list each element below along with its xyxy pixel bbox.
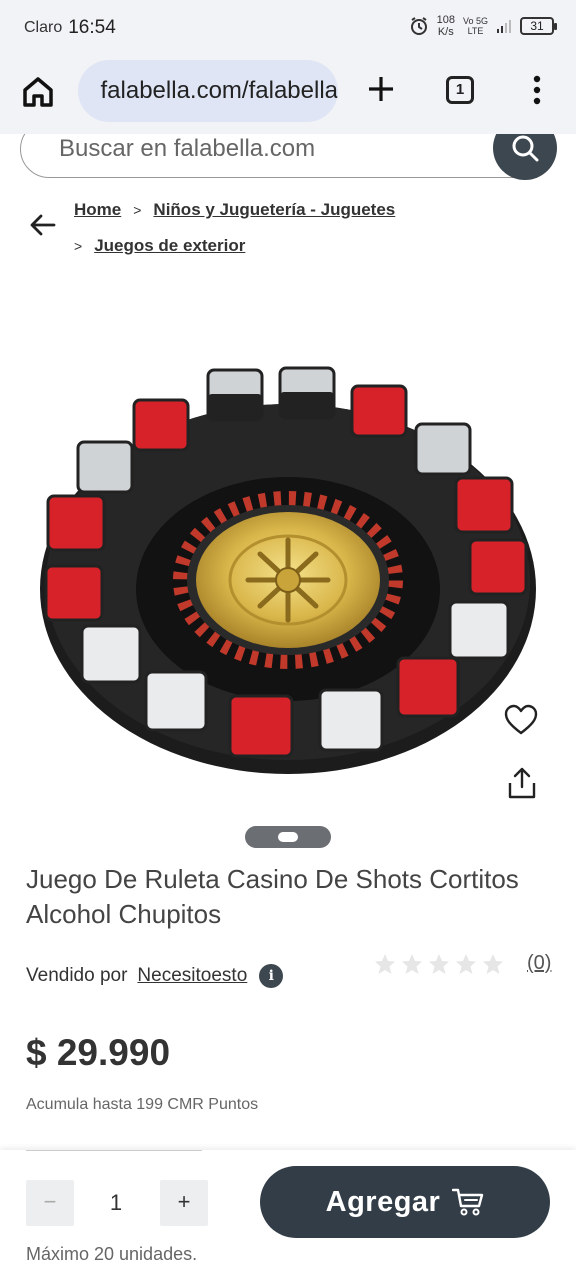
tab-switcher-button[interactable]: 1 bbox=[446, 76, 474, 104]
seller-prefix: Vendido por bbox=[26, 965, 128, 986]
quantity-value[interactable]: 1 bbox=[96, 1180, 136, 1226]
star-icon bbox=[483, 953, 503, 974]
info-icon[interactable]: i bbox=[259, 964, 284, 988]
image-carousel-indicator[interactable] bbox=[245, 826, 331, 848]
add-to-cart-label: Agregar bbox=[325, 1185, 441, 1218]
breadcrumb-category[interactable]: Niños y Juguetería - Juguetes bbox=[153, 200, 395, 220]
plus-icon[interactable] bbox=[366, 74, 396, 104]
search-placeholder: Buscar en falabella.com bbox=[59, 135, 316, 162]
battery-indicator: 31 bbox=[520, 17, 557, 35]
rating[interactable]: (0) bbox=[374, 952, 551, 975]
network-type: Vo 5G LTE bbox=[463, 16, 488, 36]
breadcrumb-subcategory[interactable]: Juegos de exterior bbox=[94, 236, 245, 256]
breadcrumb-row: Home > Niños y Juguetería - Juguetes bbox=[74, 198, 395, 222]
address-bar[interactable]: falabella.com/falabella bbox=[78, 60, 338, 122]
breadcrumb-home[interactable]: Home bbox=[74, 200, 121, 220]
seller-link[interactable]: Necesitoesto bbox=[137, 965, 247, 987]
star-icon bbox=[456, 953, 476, 974]
breadcrumb-separator: > bbox=[74, 238, 83, 254]
signal-icon bbox=[497, 20, 511, 33]
rating-count[interactable]: (0) bbox=[527, 952, 551, 975]
search-input[interactable]: Buscar en falabella.com bbox=[20, 134, 557, 180]
breadcrumb-row: > Juegos de exterior bbox=[74, 234, 395, 258]
star-icon bbox=[375, 953, 395, 974]
share-icon[interactable] bbox=[506, 766, 538, 800]
product-title: Juego De Ruleta Casino De Shots Cortitos… bbox=[26, 864, 519, 929]
product-image[interactable] bbox=[30, 344, 550, 784]
quantity-decrease-button[interactable]: − bbox=[26, 1180, 74, 1226]
browser-toolbar: falabella.com/falabella 1 bbox=[0, 56, 576, 134]
network-bottom: LTE bbox=[467, 26, 484, 36]
status-indicators: 108 K/s Vo 5G LTE 31 bbox=[409, 14, 557, 38]
add-to-cart-button[interactable]: Agregar bbox=[260, 1166, 550, 1238]
heart-icon[interactable] bbox=[504, 704, 538, 738]
carrier-label: Claro bbox=[24, 19, 63, 36]
breadcrumb: Home > Niños y Juguetería - Juguetes > J… bbox=[74, 198, 395, 258]
speed-value: 108 bbox=[436, 14, 455, 26]
cmr-points: Acumula hasta 199 CMR Puntos bbox=[26, 1096, 259, 1113]
arrow-left-icon[interactable] bbox=[28, 210, 58, 240]
status-bar: Claro 16:54 108 K/s Vo 5G LTE 31 bbox=[0, 0, 576, 56]
product-page: Buscar en falabella.com Home > Niños y J… bbox=[0, 134, 576, 1280]
max-units-note: Máximo 20 unidades. bbox=[26, 1244, 198, 1264]
product-price: $ 29.990 bbox=[26, 1032, 171, 1073]
alarm-icon bbox=[410, 17, 427, 35]
search-button[interactable] bbox=[493, 134, 557, 180]
search-icon bbox=[512, 135, 539, 162]
carousel-dot-active bbox=[278, 832, 298, 842]
network-speed: 108 K/s bbox=[437, 14, 455, 38]
tune-icon[interactable] bbox=[90, 79, 91, 103]
speed-unit: K/s bbox=[437, 26, 454, 38]
url-text: falabella.com/falabella bbox=[100, 77, 338, 104]
clock-time: 16:54 bbox=[68, 17, 116, 38]
quantity-increase-button[interactable]: + bbox=[160, 1180, 208, 1226]
cart-icon bbox=[452, 1188, 484, 1216]
divider bbox=[26, 1150, 202, 1151]
star-icon bbox=[429, 953, 449, 974]
network-top: Vo 5G bbox=[462, 16, 488, 26]
breadcrumb-separator: > bbox=[133, 202, 142, 218]
seller-info: Vendido por Necesitoesto i bbox=[26, 964, 284, 988]
star-icon bbox=[402, 953, 422, 974]
more-vertical-icon[interactable] bbox=[528, 74, 546, 106]
home-icon[interactable] bbox=[20, 74, 56, 110]
